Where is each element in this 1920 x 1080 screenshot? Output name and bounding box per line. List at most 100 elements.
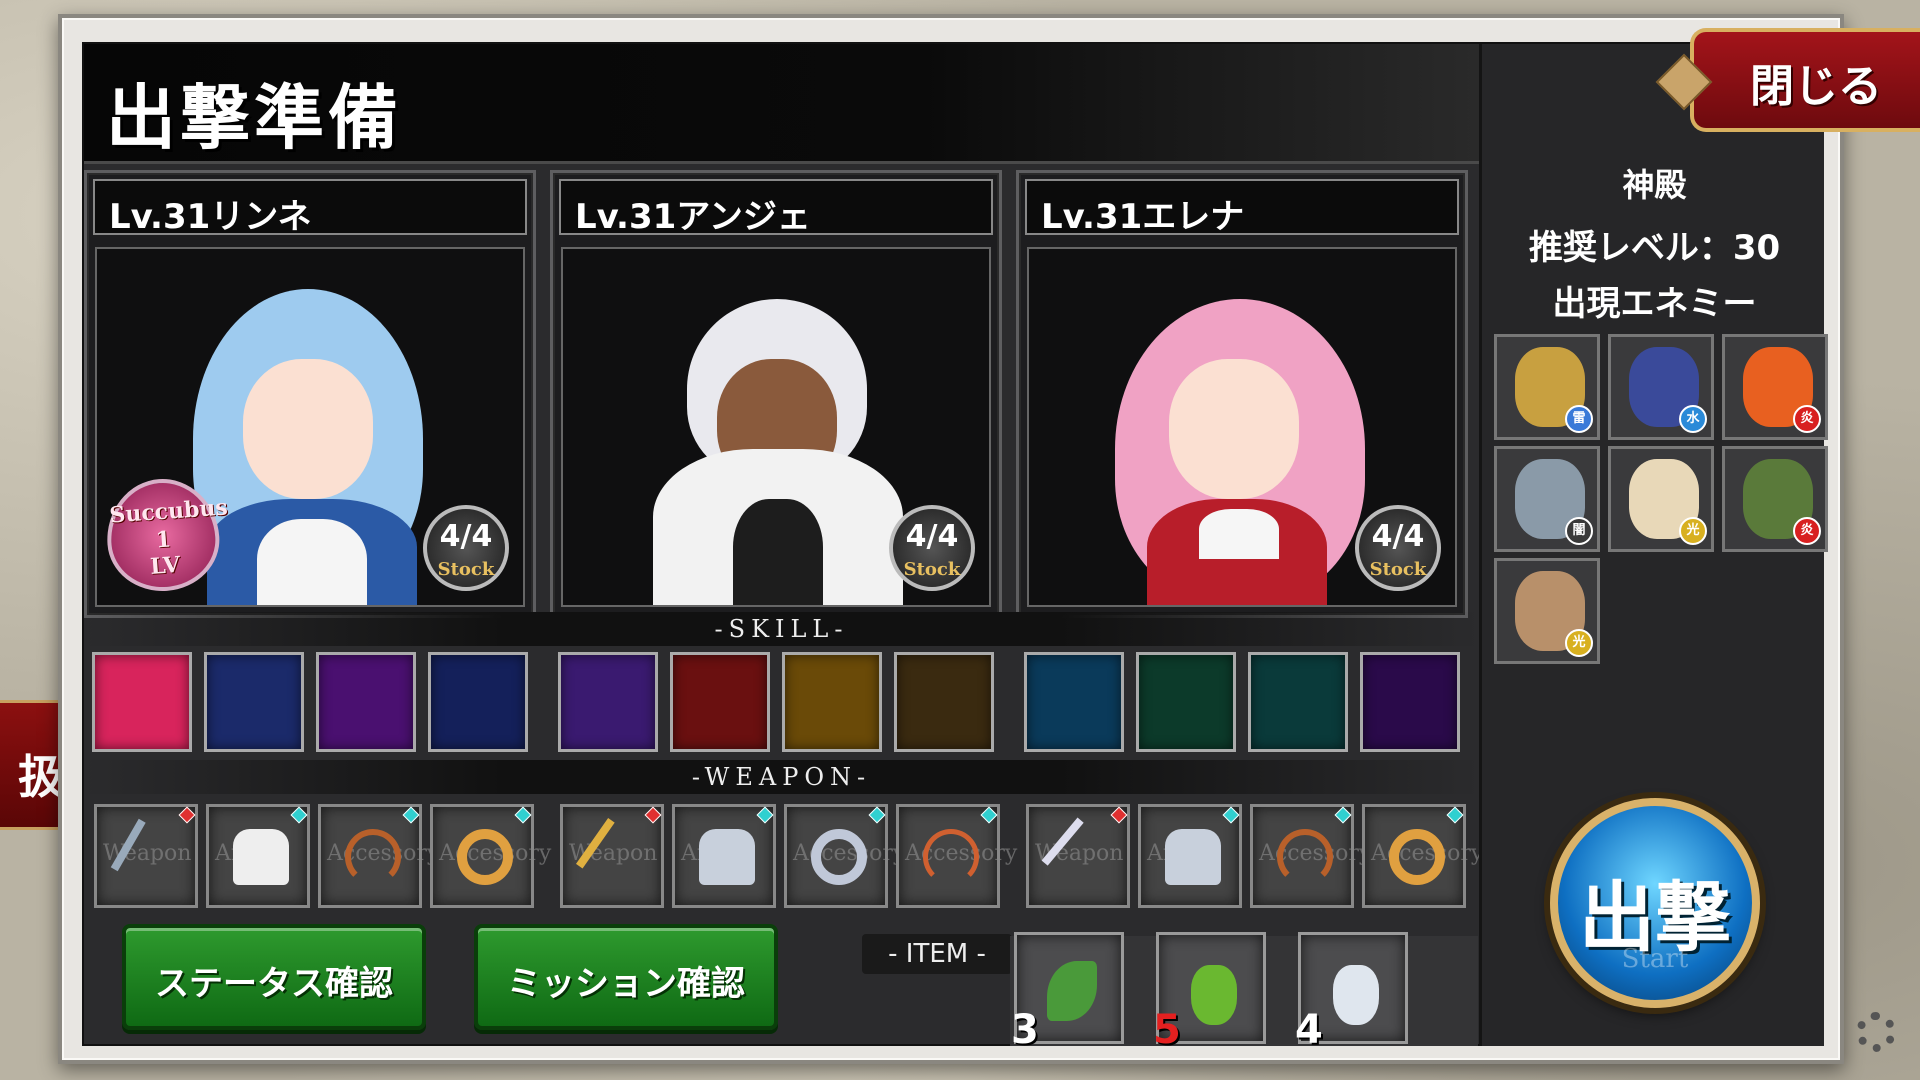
weapon-section-label: -WEAPON- bbox=[84, 760, 1479, 794]
sortie-sub-label: Start bbox=[1621, 944, 1689, 974]
item-shape bbox=[1047, 961, 1097, 1021]
weapon-shape bbox=[1277, 829, 1333, 885]
golden-staff-icon[interactable]: Weapon bbox=[560, 804, 664, 908]
silver-ring-icon[interactable]: Accessory bbox=[784, 804, 905, 908]
outfit-collar-shape bbox=[1199, 509, 1279, 559]
lightning-orb-icon[interactable] bbox=[558, 652, 658, 752]
slot-gem bbox=[644, 806, 662, 824]
page-title: 出撃準備 bbox=[106, 77, 402, 159]
character-name-bar: Lv.31リンネ bbox=[93, 179, 527, 237]
white-armor-icon[interactable]: Armor bbox=[206, 804, 310, 908]
phoenix-icon[interactable]: 炎 bbox=[1722, 334, 1828, 440]
item-section-label: - ITEM - bbox=[862, 934, 1012, 974]
dark-knight-icon[interactable]: 水 bbox=[1608, 334, 1714, 440]
slot-gem bbox=[290, 806, 308, 824]
weapon-shape bbox=[1165, 829, 1221, 885]
golden-orbit-icon[interactable] bbox=[204, 652, 304, 752]
green-wind-icon[interactable] bbox=[1136, 652, 1236, 752]
old-sage-icon[interactable]: 光 bbox=[1494, 558, 1600, 664]
slot-gem bbox=[402, 806, 420, 824]
weapon-shape bbox=[811, 829, 867, 885]
trident-icon[interactable]: Weapon bbox=[94, 804, 198, 908]
sortie-button[interactable]: 出撃 Start bbox=[1550, 798, 1760, 1008]
character-name: Lv.31アンジェ bbox=[575, 197, 811, 237]
treasure-chest-icon[interactable] bbox=[894, 652, 994, 752]
stock-label: Stock bbox=[1369, 559, 1427, 580]
weapon-shape bbox=[457, 829, 513, 885]
herb-icon[interactable]: 3 bbox=[1011, 932, 1124, 1053]
stock-label: Stock bbox=[437, 559, 495, 580]
enemy-attribute: 闇 bbox=[1565, 517, 1593, 545]
enemy-attribute: 水 bbox=[1679, 405, 1707, 433]
purple-slash-icon[interactable] bbox=[316, 652, 416, 752]
slot-gem bbox=[756, 806, 774, 824]
gem-ring-icon[interactable]: Accessory bbox=[1362, 804, 1483, 908]
title-bar: 出撃準備 bbox=[84, 44, 1479, 164]
character-name: Lv.31リンネ bbox=[109, 197, 312, 237]
water-ring-icon[interactable] bbox=[1024, 652, 1124, 752]
slot-gem bbox=[1446, 806, 1464, 824]
character-portrait: Succubus 1 LV 4/4 Stock bbox=[95, 247, 525, 607]
goblin-icon[interactable]: 炎 bbox=[1722, 446, 1828, 552]
masked-warrior-icon[interactable]: 雷 bbox=[1494, 334, 1600, 440]
ring-icon[interactable]: Accessory bbox=[430, 804, 551, 908]
item-shape bbox=[1191, 965, 1237, 1025]
character-card-2[interactable]: Lv.31アンジェ 4/4 Stock bbox=[550, 170, 1002, 618]
white-potion-icon[interactable]: 4 bbox=[1295, 932, 1408, 1053]
mission-check-button[interactable]: ミッション確認 bbox=[474, 924, 778, 1030]
face-shape bbox=[243, 359, 373, 499]
stock-indicator: 4/4 Stock bbox=[889, 505, 975, 591]
weapon-shape bbox=[923, 829, 979, 885]
character-portrait: 4/4 Stock bbox=[561, 247, 991, 607]
slot-gem bbox=[980, 806, 998, 824]
slot-gem bbox=[514, 806, 532, 824]
character-name-bar: Lv.31エレナ bbox=[1025, 179, 1459, 237]
gear-icon[interactable] bbox=[1856, 1012, 1896, 1052]
slot-gem bbox=[868, 806, 886, 824]
close-button[interactable]: 閉じる bbox=[1655, 28, 1920, 132]
character-name: Lv.31エレナ bbox=[1041, 197, 1245, 237]
close-label: 閉じる bbox=[1750, 61, 1882, 112]
golden-sword-icon[interactable] bbox=[782, 652, 882, 752]
character-card-3[interactable]: Lv.31エレナ 4/4 Stock bbox=[1016, 170, 1468, 618]
weapon-shape bbox=[699, 829, 755, 885]
slot-gem bbox=[1222, 806, 1240, 824]
recommended-level: 推奨レベル：30 bbox=[1528, 228, 1781, 268]
status-check-button[interactable]: ステータス確認 bbox=[122, 924, 426, 1030]
knight-armor-icon[interactable]: Armor bbox=[1138, 804, 1242, 908]
knight-armor-icon[interactable]: Armor bbox=[672, 804, 776, 908]
weapon-shape bbox=[110, 818, 188, 896]
item-count: 4 bbox=[1295, 1007, 1323, 1053]
werewolf-icon[interactable]: 闇 bbox=[1494, 446, 1600, 552]
character-card-1[interactable]: Lv.31リンネ Succubus 1 LV 4/4 Stock bbox=[84, 170, 536, 618]
stock-count: 4/4 bbox=[905, 519, 959, 554]
weapon-shape bbox=[345, 829, 401, 885]
fire-burst-icon[interactable] bbox=[670, 652, 770, 752]
feather-arrow-icon[interactable] bbox=[92, 652, 192, 752]
skill-section-label: -SKILL- bbox=[84, 612, 1479, 646]
stock-indicator: 4/4 Stock bbox=[423, 505, 509, 591]
outfit-inner-shape bbox=[257, 519, 367, 605]
item-shape bbox=[1333, 965, 1379, 1025]
weapon-shape bbox=[1389, 829, 1445, 885]
character-name-bar: Lv.31アンジェ bbox=[559, 179, 993, 237]
dagger-icon[interactable]: Weapon bbox=[1026, 804, 1130, 908]
face-shape bbox=[1169, 359, 1299, 499]
status-check-label: ステータス確認 bbox=[155, 964, 393, 1004]
green-potion-icon[interactable]: 5 bbox=[1153, 932, 1266, 1053]
slot-gem bbox=[1334, 806, 1352, 824]
shadow-claw-icon[interactable] bbox=[1360, 652, 1460, 752]
pendant-icon[interactable]: Accessory bbox=[896, 804, 1017, 908]
angel-icon[interactable]: 光 bbox=[1608, 446, 1714, 552]
triple-arrow-icon[interactable] bbox=[1248, 652, 1348, 752]
item-count: 3 bbox=[1011, 1007, 1039, 1053]
enemy-attribute: 光 bbox=[1565, 629, 1593, 657]
stage-name: 神殿 bbox=[1622, 166, 1687, 204]
whip-icon[interactable]: Accessory bbox=[318, 804, 439, 908]
weapon-shape bbox=[233, 829, 289, 885]
enemies-heading: 出現エネミー bbox=[1552, 284, 1757, 324]
whip-icon[interactable]: Accessory bbox=[1250, 804, 1371, 908]
stock-count: 4/4 bbox=[439, 519, 493, 554]
enemy-attribute: 雷 bbox=[1565, 405, 1593, 433]
blue-aura-icon[interactable] bbox=[428, 652, 528, 752]
